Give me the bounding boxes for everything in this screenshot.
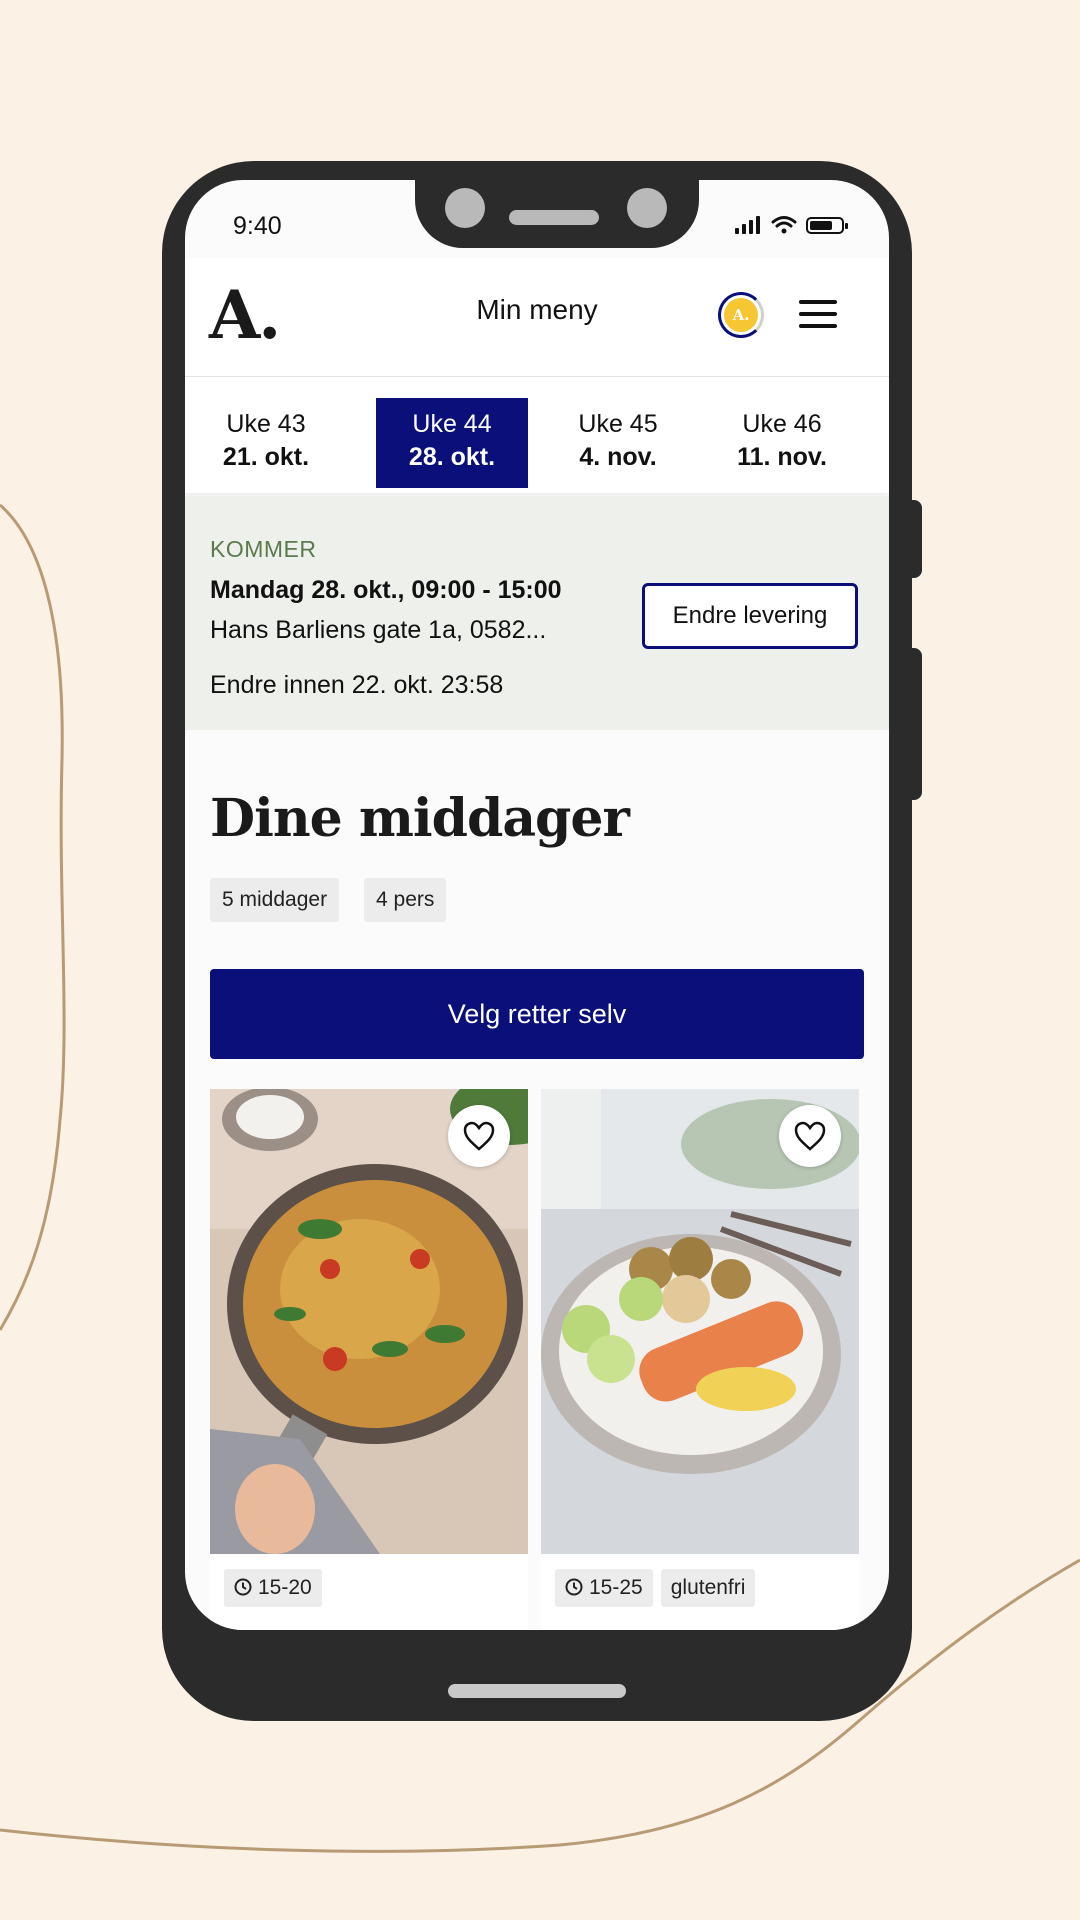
cook-time-tag: 15-25 xyxy=(555,1569,653,1607)
recipe-image-pasta xyxy=(210,1089,528,1554)
change-delivery-button[interactable]: Endre levering xyxy=(642,583,858,649)
week-date: 4. nov. xyxy=(579,443,657,471)
clock-icon xyxy=(565,1578,583,1596)
choose-dishes-button[interactable]: Velg retter selv xyxy=(210,969,864,1059)
week-label: Uke 43 xyxy=(226,410,306,438)
avatar[interactable]: A. xyxy=(724,298,758,332)
sensor-icon xyxy=(627,188,667,228)
status-icons xyxy=(735,216,848,234)
week-tab[interactable]: Uke 45 4. nov. xyxy=(542,398,694,488)
menu-icon[interactable] xyxy=(799,298,839,330)
recipe-image-salmon xyxy=(541,1089,859,1554)
favorite-heart-icon[interactable] xyxy=(779,1105,841,1167)
week-date: 11. nov. xyxy=(737,443,827,471)
camera-icon xyxy=(445,188,485,228)
status-time: 9:40 xyxy=(233,212,282,240)
week-label: Uke 45 xyxy=(578,410,658,438)
change-deadline: Endre innen 22. okt. 23:58 xyxy=(210,671,504,699)
week-date: 21. okt. xyxy=(222,443,310,471)
delivery-address: Hans Barliens gate 1a, 0582... xyxy=(210,616,547,644)
delivery-panel: KOMMER Mandag 28. okt., 09:00 - 15:00 Ha… xyxy=(185,496,889,730)
signal-icon xyxy=(735,216,760,234)
speaker-grille xyxy=(509,210,599,225)
delivery-date: Mandag 28. okt., 09:00 - 15:00 xyxy=(210,576,562,604)
section-title: Dine middager xyxy=(210,788,630,849)
wifi-icon xyxy=(771,216,797,234)
recipe-meta: 15-20 xyxy=(224,1569,330,1607)
portion-count-chip: 4 pers xyxy=(364,878,447,922)
page-title: Min meny xyxy=(476,294,598,325)
phone-frame: 9:40 A. Min meny A. Uke 43 21. okt. Uke … xyxy=(162,161,912,1721)
phone-notch xyxy=(415,180,699,248)
recipe-card[interactable]: 15-25 glutenfri ★★★★★ xyxy=(541,1089,859,1630)
week-selector: Uke 43 21. okt. Uke 44 28. okt. Uke 45 4… xyxy=(185,377,889,493)
app-header: A. Min meny A. xyxy=(185,258,889,378)
cook-time: 15-20 xyxy=(258,1576,312,1599)
favorite-heart-icon[interactable] xyxy=(448,1105,510,1167)
cook-time: 15-25 xyxy=(589,1576,643,1599)
week-tab[interactable]: Uke 46 11. nov. xyxy=(706,398,858,488)
clock-icon xyxy=(234,1578,252,1596)
phone-screen: 9:40 A. Min meny A. Uke 43 21. okt. Uke … xyxy=(185,180,889,1630)
delivery-status: KOMMER xyxy=(210,536,317,562)
week-tab-active[interactable]: Uke 44 28. okt. xyxy=(376,398,528,488)
week-label: Uke 44 xyxy=(412,410,492,438)
dinner-count-chip: 5 middager xyxy=(210,878,340,922)
week-tab[interactable]: Uke 43 21. okt. xyxy=(190,398,342,488)
home-indicator xyxy=(448,1684,626,1698)
week-label: Uke 46 xyxy=(742,410,822,438)
battery-icon xyxy=(806,217,848,234)
cook-time-tag: 15-20 xyxy=(224,1569,322,1607)
week-date: 28. okt. xyxy=(408,443,496,471)
recipe-meta: 15-25 glutenfri xyxy=(555,1569,763,1607)
recipe-card[interactable]: 15-20 ★★★★★ xyxy=(210,1089,528,1630)
diet-tag: glutenfri xyxy=(660,1569,756,1607)
